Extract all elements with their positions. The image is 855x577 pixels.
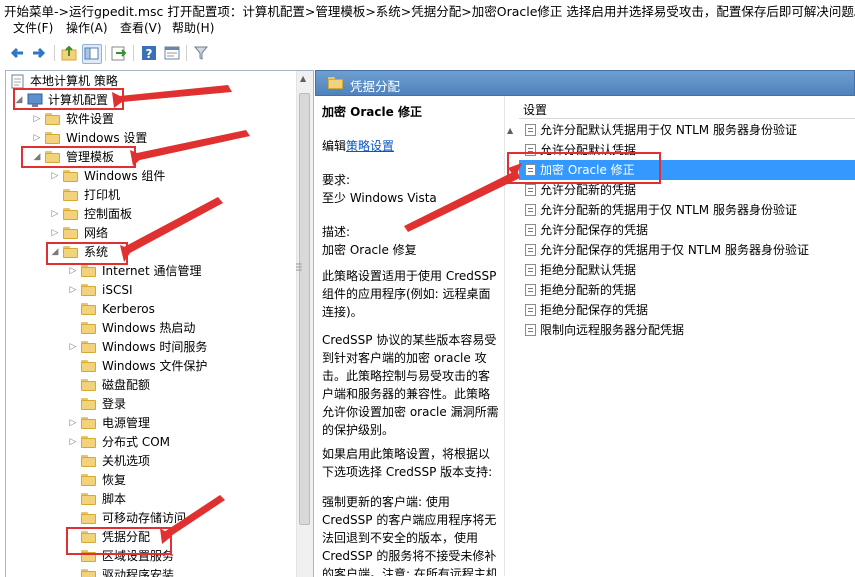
annotation-arrow: [137, 130, 250, 160]
annotation-arrow: [120, 85, 232, 102]
annotation-arrow: [164, 495, 225, 538]
annotation-arrow: [124, 197, 223, 254]
annotation-arrow: [404, 170, 520, 232]
annotation-arrows: [112, 85, 522, 544]
